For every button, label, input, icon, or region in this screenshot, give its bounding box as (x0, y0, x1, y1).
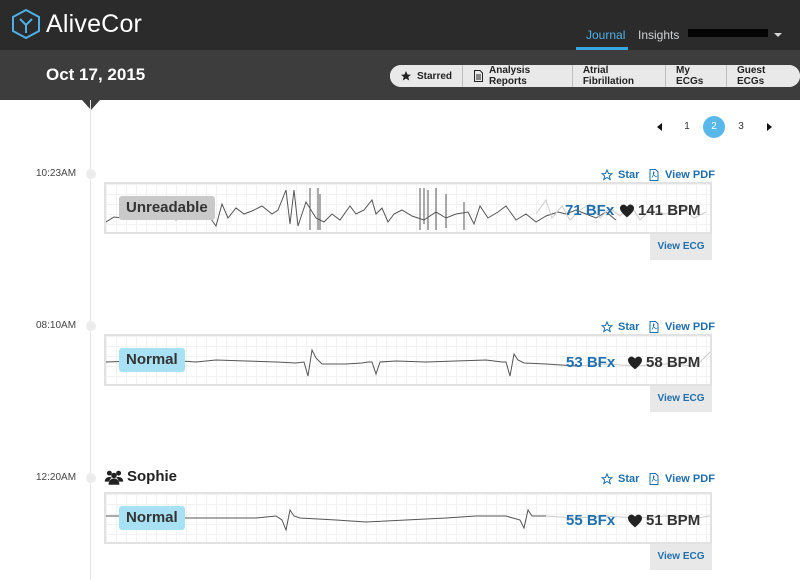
heart-icon (620, 204, 634, 217)
next-page-icon[interactable] (767, 123, 772, 131)
bpm-value: 58 BPM (646, 354, 701, 371)
app-logo[interactable]: AliveCor (12, 9, 142, 39)
redacted-user-name (688, 29, 768, 37)
view-pdf-label: View PDF (665, 321, 715, 333)
ecg-waveform (106, 348, 710, 377)
ecg-waveform (106, 508, 710, 532)
heart-rate: 51 BPM (627, 512, 700, 529)
bfx-value: 71 BFx (565, 202, 615, 219)
page-2[interactable]: 2 (703, 116, 725, 138)
star-button[interactable]: Star (601, 169, 639, 181)
filter-guest-ecgs[interactable]: Guest ECGs (726, 65, 800, 87)
timeline-dot (86, 473, 96, 483)
caret-down-icon[interactable] (774, 33, 782, 37)
status-badge: Normal (119, 506, 185, 530)
pdf-icon (649, 321, 659, 333)
filter-starred-label: Starred (417, 70, 453, 82)
bfx-value: 53 BFx (566, 354, 616, 371)
tab-insights[interactable]: Insights (638, 28, 679, 42)
alivecor-logo-icon (12, 9, 40, 39)
star-label: Star (618, 169, 640, 181)
top-nav-bar: AliveCor Journal Insights (0, 0, 800, 50)
filter-my-ecgs[interactable]: My ECGs (666, 65, 727, 87)
filter-atrial-fibrillation[interactable]: Atrial Fibrillation (572, 65, 667, 87)
document-icon (473, 70, 484, 82)
filter-starred[interactable]: Starred (390, 65, 464, 87)
app-name: AliveCor (46, 9, 143, 38)
filter-group: Starred Analysis Reports Atrial Fibrilla… (390, 65, 800, 87)
heart-icon (628, 356, 642, 369)
user-menu[interactable] (688, 26, 768, 40)
view-pdf-button[interactable]: View PDF (648, 321, 715, 333)
view-pdf-button[interactable]: View PDF (648, 473, 715, 485)
prev-page-icon[interactable] (657, 123, 662, 131)
heart-icon (628, 514, 642, 527)
view-pdf-label: View PDF (665, 169, 715, 181)
page-3[interactable]: 3 (730, 116, 752, 138)
filter-analysis-reports[interactable]: Analysis Reports (463, 65, 573, 87)
view-ecg-button[interactable]: View ECG (650, 544, 712, 570)
view-ecg-button[interactable]: View ECG (650, 234, 712, 260)
filter-analysis-reports-label: Analysis Reports (489, 65, 531, 87)
journal-date: Oct 17, 2015 (46, 65, 146, 84)
ecg-card[interactable]: Unreadable 71 BFx 141 BPM (104, 182, 712, 234)
date-pointer (82, 100, 100, 110)
star-label: Star (618, 473, 640, 485)
star-label: Star (618, 321, 640, 333)
filter-guest-ecgs-label: Guest ECGs (736, 65, 766, 87)
tab-journal[interactable]: Journal (586, 28, 625, 42)
entry-time: 12:20AM (36, 472, 77, 483)
heart-rate: 58 BPM (627, 354, 700, 371)
timeline-dot (86, 169, 96, 179)
pdf-icon (649, 473, 659, 485)
bpm-value: 141 BPM (638, 202, 701, 219)
group-icon (104, 470, 124, 485)
page-1[interactable]: 1 (676, 116, 698, 138)
bpm-value: 51 BPM (646, 512, 701, 529)
guest-name: Sophie (127, 468, 178, 485)
timeline-dot (86, 321, 96, 331)
entry-time: 08:10AM (36, 320, 77, 331)
heart-rate: 141 BPM (619, 202, 701, 219)
view-pdf-label: View PDF (665, 473, 715, 485)
star-button[interactable]: Star (601, 473, 639, 485)
status-badge: Normal (119, 348, 185, 372)
filter-my-ecgs-label: My ECGs (676, 65, 704, 87)
ecg-card[interactable]: Normal 53 BFx 58 BPM (104, 334, 712, 386)
star-outline-icon (601, 473, 613, 485)
ecg-card[interactable]: Normal 55 BFx 51 BPM (104, 492, 712, 544)
bfx-value: 55 BFx (566, 512, 616, 529)
star-outline-icon (601, 169, 613, 181)
status-badge: Unreadable (119, 196, 215, 220)
pdf-icon (649, 169, 659, 181)
entry-time: 10:23AM (36, 168, 77, 179)
view-pdf-button[interactable]: View PDF (648, 169, 715, 181)
star-outline-icon (601, 321, 613, 333)
view-ecg-button[interactable]: View ECG (650, 386, 712, 412)
guest-label: Sophie (104, 468, 177, 485)
star-button[interactable]: Star (601, 321, 639, 333)
star-icon (400, 70, 412, 82)
filter-atrial-fibrillation-label: Atrial Fibrillation (582, 65, 634, 87)
